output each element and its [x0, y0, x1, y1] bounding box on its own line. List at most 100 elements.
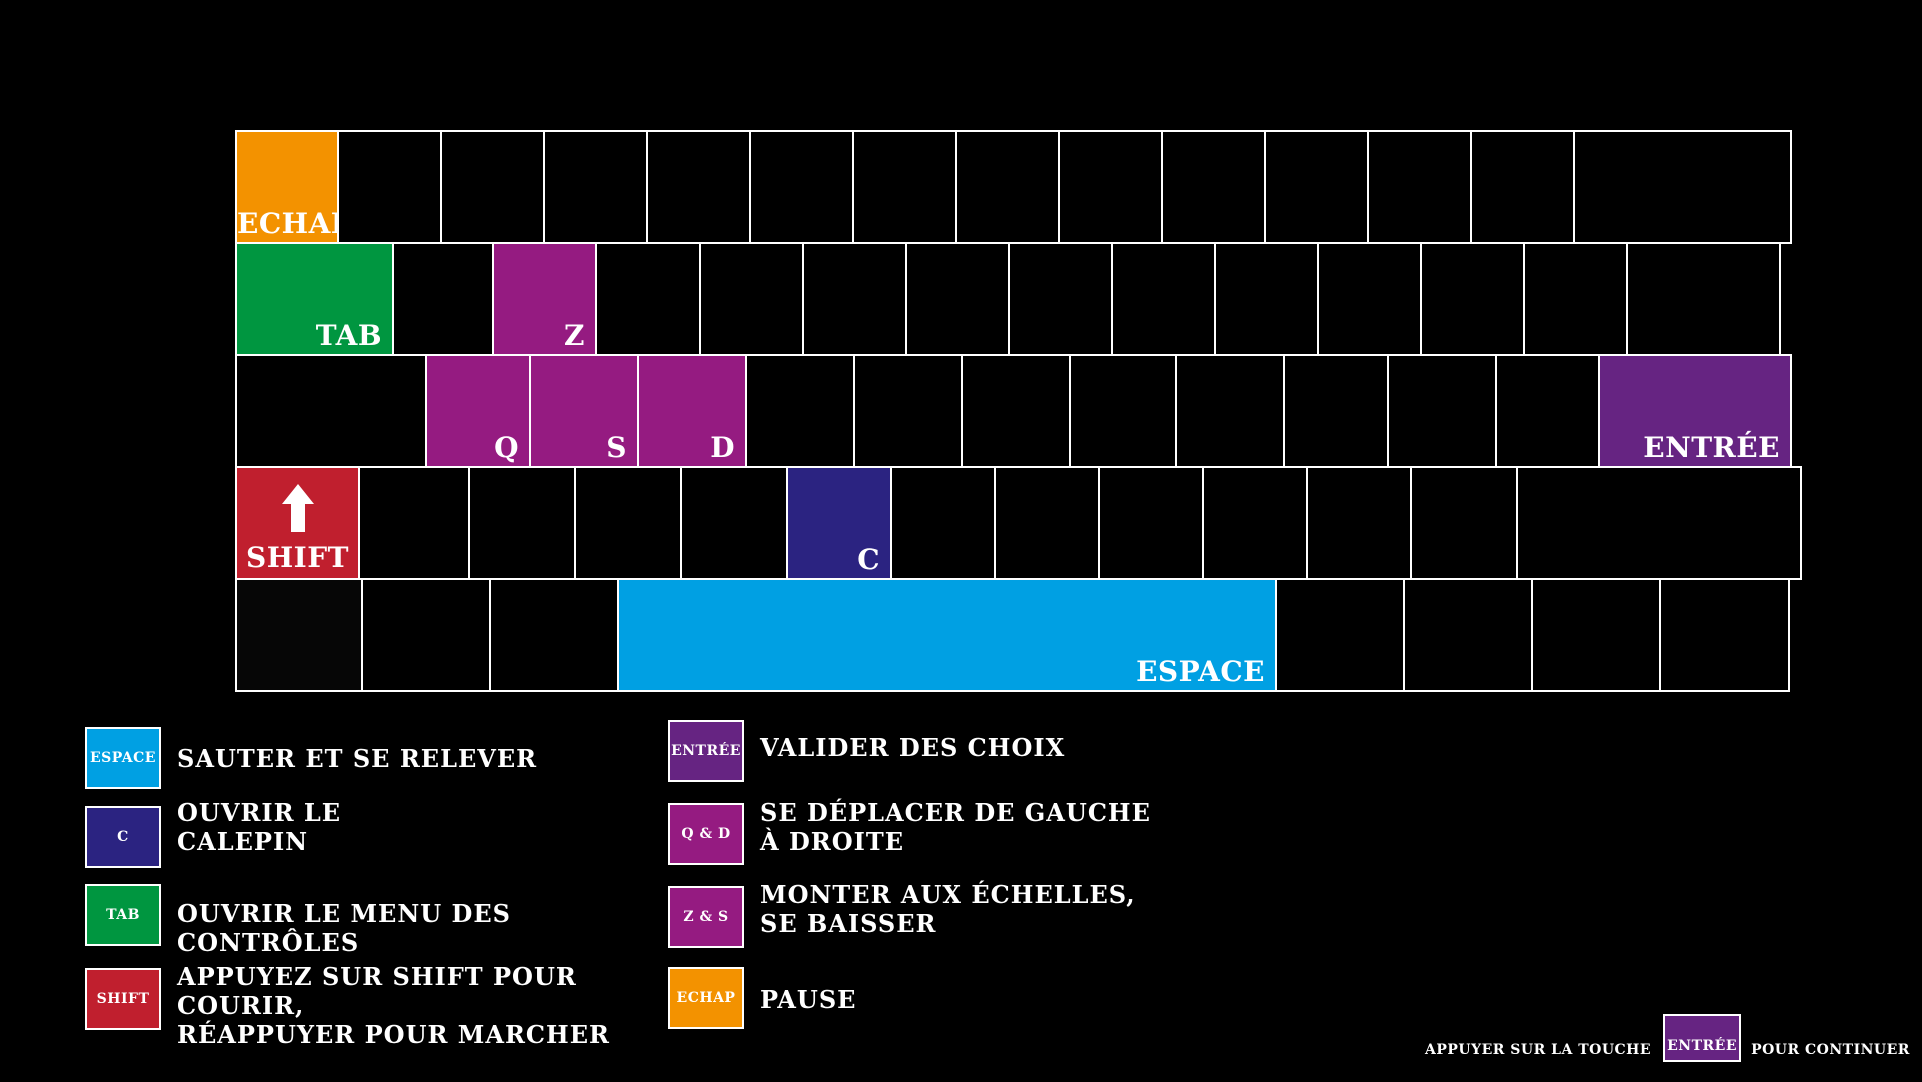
key-blank [489, 578, 619, 692]
continue-prompt: Appuyer sur la touche ENTRÉE pour contin… [1425, 1014, 1910, 1062]
key-blank [1317, 242, 1422, 356]
key-blank [595, 242, 701, 356]
legend-description: Appuyez sur shift pour courir, réappuyer… [177, 962, 610, 1049]
key-blank [994, 466, 1100, 580]
key-espace: ESPACE [617, 578, 1277, 692]
key-blank [1306, 466, 1412, 580]
legend-badge-q-d: Q & D [668, 803, 744, 865]
key-shift: SHIFT [235, 466, 360, 580]
legend-item-z-s: Z & S Monter aux échelles, se baisser [668, 880, 1230, 948]
arrow-up-icon [281, 484, 314, 532]
key-blank [1111, 242, 1216, 356]
key-blank [1626, 242, 1781, 356]
legend-item-c: C Ouvrir le calepin [85, 798, 647, 868]
key-blank [1161, 130, 1266, 244]
legend-description: Sauter et se relever [177, 744, 538, 773]
key-blank [235, 354, 427, 468]
key-s: S [529, 354, 639, 468]
legend-description: Ouvrir le menu des contrôles [177, 899, 511, 957]
legend-item-echap: ECHAP Pause [668, 967, 1230, 1029]
key-blank [440, 130, 545, 244]
legend-item-tab: TAB Ouvrir le menu des contrôles [85, 884, 647, 957]
key-z: Z [492, 242, 597, 356]
key-blank [1523, 242, 1628, 356]
key-d-label: D [710, 431, 735, 464]
key-blank [1202, 466, 1308, 580]
key-blank [337, 130, 442, 244]
keyboard: ECHAP TAB Z Q S D ENTRÉE SHIFT C ESPACE [235, 130, 1802, 700]
key-espace-label: ESPACE [1136, 655, 1265, 688]
legend-badge-echap: ECHAP [668, 967, 744, 1029]
key-tab-label: TAB [315, 319, 382, 352]
controls-screen: ECHAP TAB Z Q S D ENTRÉE SHIFT C ESPACE … [0, 0, 1922, 1082]
key-blank [574, 466, 682, 580]
key-entree: ENTRÉE [1598, 354, 1792, 468]
key-blank [1420, 242, 1525, 356]
key-blank [1659, 578, 1790, 692]
key-blank [1058, 130, 1163, 244]
key-blank [1573, 130, 1792, 244]
key-blank [1008, 242, 1113, 356]
legend-badge-z-s: Z & S [668, 886, 744, 948]
legend-description: Se déplacer de gauche à droite [760, 798, 1151, 856]
key-d: D [637, 354, 747, 468]
key-blank [853, 354, 963, 468]
key-blank [699, 242, 804, 356]
key-blank [745, 354, 855, 468]
legend-badge-shift: SHIFT [85, 968, 161, 1030]
key-entree-label: ENTRÉE [1643, 431, 1780, 464]
keyboard-row-2: TAB Z [235, 242, 1781, 356]
key-blank [955, 130, 1060, 244]
key-blank [961, 354, 1071, 468]
key-blank [1069, 354, 1177, 468]
key-blank [1495, 354, 1600, 468]
continue-prompt-before: Appuyer sur la touche [1425, 1042, 1652, 1058]
key-blank [1470, 130, 1575, 244]
key-blank [749, 130, 854, 244]
legend-badge-entree: ENTRÉE [668, 720, 744, 782]
keyboard-row-4: SHIFT C [235, 466, 1802, 580]
key-blank [543, 130, 648, 244]
legend-badge-espace: ESPACE [85, 727, 161, 789]
key-z-label: Z [564, 319, 585, 352]
key-echap: ECHAP [235, 130, 352, 244]
legend-item-espace: ESPACE Sauter et se relever [85, 727, 647, 789]
key-blank [358, 466, 470, 580]
key-blank [1283, 354, 1389, 468]
key-blank [1531, 578, 1661, 692]
key-tab: TAB [235, 242, 394, 356]
key-blank [1516, 466, 1802, 580]
key-blank [680, 466, 788, 580]
key-blank [1175, 354, 1285, 468]
key-blank [646, 130, 751, 244]
legend-description: Valider des choix [760, 733, 1066, 762]
key-blank [852, 130, 957, 244]
legend-description: Monter aux échelles, se baisser [760, 880, 1136, 938]
legend-description: Pause [760, 985, 857, 1014]
key-blank [1214, 242, 1319, 356]
legend-item-shift: SHIFT Appuyez sur shift pour courir, réa… [85, 962, 647, 1049]
legend-badge-tab: TAB [85, 884, 161, 946]
key-shift-label: SHIFT [246, 541, 349, 574]
legend-item-q-d: Q & D Se déplacer de gauche à droite [668, 798, 1230, 865]
legend-badge-c: C [85, 806, 161, 868]
key-blank [890, 466, 996, 580]
key-blank [905, 242, 1010, 356]
key-q: Q [425, 354, 531, 468]
legend-item-entree: ENTRÉE Valider des choix [668, 720, 1230, 782]
key-blank [1403, 578, 1533, 692]
key-blank [1264, 130, 1369, 244]
key-echap-label: ECHAP [237, 207, 353, 240]
keyboard-row-1: ECHAP [235, 130, 1792, 244]
key-c-label: C [857, 543, 880, 576]
key-blank [1098, 466, 1204, 580]
key-s-label: S [606, 431, 627, 464]
key-q-label: Q [494, 431, 519, 464]
continue-prompt-after: pour continuer [1751, 1042, 1910, 1058]
keyboard-row-3: Q S D ENTRÉE [235, 354, 1792, 468]
key-blank [361, 578, 491, 692]
keyboard-row-5: ESPACE [235, 578, 1790, 692]
continue-key-badge[interactable]: ENTRÉE [1663, 1014, 1742, 1062]
key-blank [1387, 354, 1497, 468]
key-c: C [786, 466, 892, 580]
